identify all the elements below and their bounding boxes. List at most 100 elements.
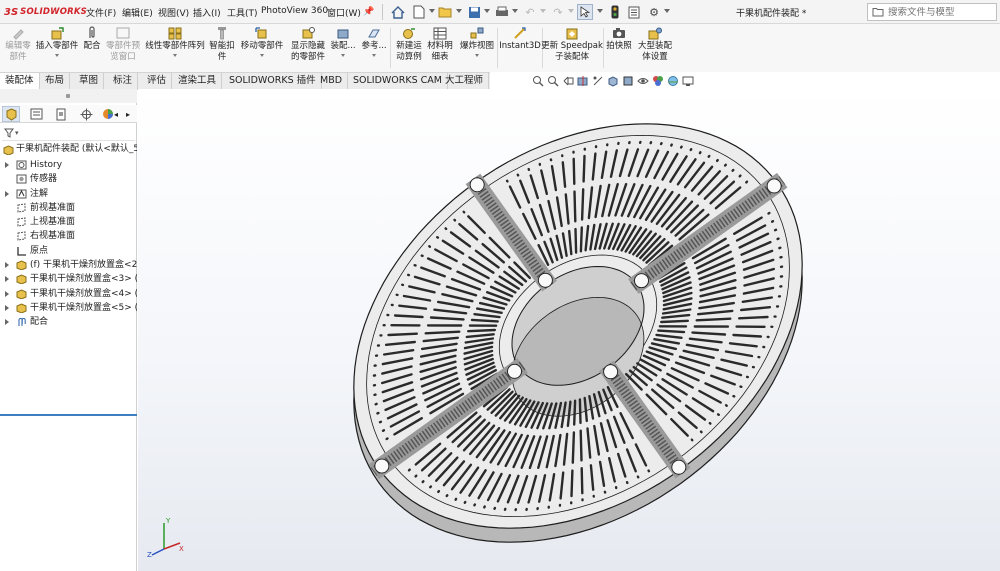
scroll-left-icon[interactable]: ◂ [111,106,121,122]
display-style-icon[interactable] [622,75,634,87]
tab-markup[interactable]: 标注 [108,73,139,90]
filter-funnel-icon[interactable] [4,128,14,138]
menu-window[interactable]: 窗口(W) [327,6,361,19]
tree-node[interactable]: 注解 [0,187,137,201]
select-dropdown-icon[interactable] [597,9,603,13]
update-speedpak-button[interactable]: 更新 Speedpak 子装配体 [541,26,603,63]
dimxpert-tab-icon[interactable] [77,106,95,122]
tab-render-tools[interactable]: 渲染工具 [173,73,223,90]
save-dropdown-icon[interactable] [484,9,490,13]
tree-node[interactable]: 干果机干燥剂放置盒<4> ( [0,287,137,301]
insert-component-dropdown[interactable] [55,54,59,57]
save-icon[interactable] [466,4,482,20]
assembly-features-dropdown[interactable] [341,54,345,57]
menu-edit[interactable]: 编辑(E) [122,6,153,19]
tab-solidworks-cam[interactable]: SOLIDWORKS CAM [348,73,448,90]
smart-fasteners-button[interactable]: 智能扣 件 [208,26,236,63]
edit-component-button[interactable]: 编辑零 部件 [3,26,33,63]
solidworks-logo[interactable]: 3S SOLIDWORKS [4,5,87,19]
pin-icon[interactable]: 📌 [361,4,377,20]
zoom-to-area-icon[interactable] [547,75,559,87]
options-gear-icon[interactable]: ⚙ [646,4,662,20]
tab-sketch[interactable]: 草图 [74,73,105,90]
move-component-dropdown[interactable] [260,54,264,57]
take-snapshot-button[interactable]: 拍快照 [606,26,632,52]
expand-arrow-icon[interactable] [5,304,9,311]
tree-node[interactable]: History [0,158,137,172]
search-box[interactable] [867,3,997,21]
tree-node[interactable]: 上视基准面 [0,215,137,229]
new-motion-study-button[interactable]: 新建运 动算例 [394,26,424,63]
open-dropdown-icon[interactable] [456,9,462,13]
menu-view[interactable]: 视图(V) [158,6,189,19]
file-properties-icon[interactable] [626,4,642,20]
print-dropdown-icon[interactable] [512,9,518,13]
tree-node[interactable]: 配合 [0,315,137,329]
mate-button[interactable]: 配合 [82,26,102,52]
reference-geometry-dropdown[interactable] [372,54,376,57]
redo-dropdown-icon[interactable] [568,9,574,13]
undo-icon[interactable]: ↶ [522,4,538,20]
search-input[interactable] [888,6,996,18]
tree-node[interactable]: 前视基准面 [0,201,137,215]
tab-mbd[interactable]: MBD [315,73,349,90]
desiccant-box-assembly-model[interactable] [138,89,1000,571]
expand-arrow-icon[interactable] [5,319,9,326]
hide-show-items-icon[interactable] [637,75,649,87]
home-icon[interactable] [390,4,406,20]
tab-layout[interactable]: 布局 [40,73,71,90]
insert-component-button[interactable]: 插入零部件 [35,26,79,57]
tree-node[interactable]: 干果机干燥剂放置盒<5> ( [0,301,137,315]
undo-dropdown-icon[interactable] [540,9,546,13]
previous-view-icon[interactable] [562,75,574,87]
linear-pattern-dropdown[interactable] [173,54,177,57]
exploded-view-dropdown[interactable] [475,54,479,57]
tree-filter[interactable]: ▾ [2,125,135,141]
linear-pattern-button[interactable]: 线性零部件阵列 [145,26,205,57]
show-hidden-components-button[interactable]: 显示隐藏 的零部件 [288,26,328,63]
graphics-area[interactable]: Y X Z [138,89,1000,571]
menu-file[interactable]: 文件(F) [86,6,116,19]
options-dropdown-icon[interactable] [664,9,670,13]
scroll-right-icon[interactable]: ▸ [123,106,133,122]
menu-insert[interactable]: 插入(I) [193,6,221,19]
tab-evaluate[interactable]: 评估 [142,73,173,90]
traffic-light-icon[interactable] [607,4,623,20]
large-assembly-settings-button[interactable]: 大型装配 体设置 [636,26,674,63]
filter-dropdown-icon[interactable]: ▾ [15,129,19,137]
expand-arrow-icon[interactable] [5,190,9,197]
new-dropdown-icon[interactable] [429,9,435,13]
tree-node[interactable]: 右视基准面 [0,229,137,243]
section-view-icon[interactable] [577,75,589,87]
expand-arrow-icon[interactable] [5,162,9,168]
tab-solidworks-addins[interactable]: SOLIDWORKS 插件 [224,73,322,90]
component-preview-button[interactable]: 零部件预 览窗口 [104,26,142,63]
bill-of-materials-button[interactable]: 材料明 细表 [426,26,454,63]
expand-arrow-icon[interactable] [5,290,9,297]
expand-arrow-icon[interactable] [5,276,9,283]
tree-node[interactable]: 干果机干燥剂放置盒<3> ( [0,272,137,286]
dynamic-annotation-icon[interactable] [592,75,604,87]
instant3d-button[interactable]: Instant3D [499,26,541,52]
configuration-manager-tab-icon[interactable] [52,106,70,122]
apply-scene-icon[interactable] [667,75,679,87]
redo-icon[interactable]: ↷ [550,4,566,20]
tab-engineer[interactable]: 大工程师 [440,73,490,90]
expand-arrow-icon[interactable] [5,262,9,269]
select-cursor-icon[interactable] [577,4,593,20]
tree-node[interactable]: 原点 [0,244,137,258]
property-manager-tab-icon[interactable] [27,106,45,122]
tree-node[interactable]: (f) 干果机干燥剂放置盒<2> [0,258,137,272]
menu-photoview[interactable]: PhotoView 360 [261,6,328,16]
menu-tools[interactable]: 工具(T) [227,6,258,19]
zoom-to-fit-icon[interactable] [532,75,544,87]
feature-tree-tab-icon[interactable] [2,106,20,122]
move-component-button[interactable]: 移动零部件 [240,26,284,57]
new-document-icon[interactable] [411,4,427,20]
tab-assembly[interactable]: 装配体 [0,73,40,90]
print-icon[interactable] [494,4,510,20]
tree-root-assembly[interactable]: 干果机配件装配 (默认<默认_5 [0,142,137,158]
view-settings-icon[interactable] [682,75,694,87]
exploded-view-button[interactable]: 爆炸视图 [459,26,495,57]
panel-collapse-grip[interactable] [0,89,137,103]
